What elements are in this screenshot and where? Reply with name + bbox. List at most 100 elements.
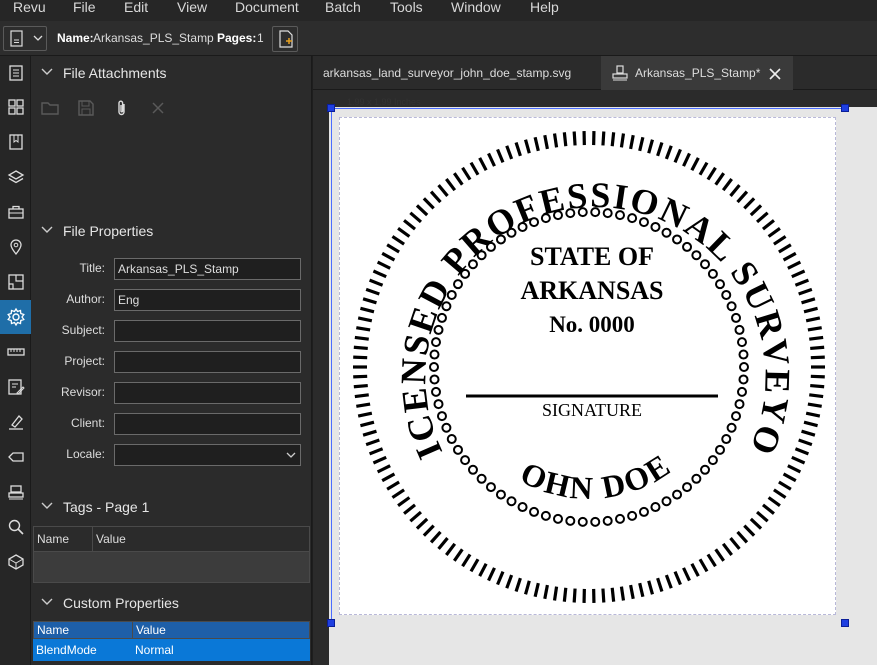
rail-grid-button[interactable] (0, 90, 31, 124)
tags-header[interactable]: Tags - Page 1 (31, 494, 312, 520)
menu-revu[interactable]: Revu (13, 0, 46, 21)
resize-handle-top-right[interactable] (841, 104, 849, 112)
floor-plan-icon (7, 274, 24, 290)
pages-label: Pages: (217, 31, 257, 45)
ruler-icon (6, 348, 25, 356)
title-field[interactable] (114, 258, 301, 280)
rail-spaces-button[interactable] (0, 265, 31, 299)
close-icon[interactable] (768, 67, 782, 81)
menu-edit[interactable]: Edit (124, 0, 148, 21)
document-canvas[interactable]: LICENSED PROFESSIONAL SURVEYOR JOHN DOE … (313, 86, 877, 665)
rail-markups-button[interactable] (0, 370, 31, 404)
rail-3d-button[interactable] (0, 545, 31, 579)
menu-help[interactable]: Help (530, 0, 559, 21)
tags-col-value[interactable]: Value (93, 527, 309, 551)
rail-bookmarks-button[interactable] (0, 125, 31, 159)
resize-handle-top-left[interactable] (327, 104, 335, 112)
rail-measurements-button[interactable] (0, 335, 31, 369)
locale-label: Locale: (66, 447, 105, 461)
stamp-line-number: No. 0000 (549, 312, 635, 337)
delete-x-icon[interactable] (148, 98, 168, 118)
new-page-button[interactable] (272, 26, 298, 52)
revisor-label: Revisor: (60, 385, 105, 399)
menu-bar: Revu File Edit View Document Batch Tools… (0, 0, 877, 21)
menu-view[interactable]: View (177, 0, 207, 21)
rail-stamps-button[interactable] (0, 475, 31, 509)
file-attachments-header[interactable]: File Attachments (31, 60, 312, 86)
stamp-line-arkansas: ARKANSAS (520, 276, 663, 305)
tags-col-name[interactable]: Name (34, 527, 93, 551)
rail-search-button[interactable] (0, 510, 31, 544)
page-background: LICENSED PROFESSIONAL SURVEYOR JOHN DOE … (326, 86, 877, 665)
table-row[interactable]: BlendMode Normal (33, 639, 310, 661)
stamp-signature-label: SIGNATURE (542, 400, 642, 420)
subject-field[interactable] (114, 320, 301, 342)
rail-layers-button[interactable] (0, 160, 31, 194)
custom-col-name[interactable]: Name (34, 622, 133, 638)
stamp-page[interactable]: LICENSED PROFESSIONAL SURVEYOR JOHN DOE … (326, 86, 837, 616)
tab-label: Arkansas_PLS_Stamp* (635, 66, 761, 80)
menu-batch[interactable]: Batch (325, 0, 361, 21)
stamp-line-state-of: STATE OF (530, 242, 654, 271)
properties-panel: File Attachments File Properties Title: … (31, 56, 312, 665)
stamp-icon (612, 65, 628, 81)
rail-toolchest-button[interactable] (0, 195, 31, 229)
menu-document[interactable]: Document (235, 0, 299, 21)
paperclip-icon[interactable] (112, 98, 132, 118)
revisor-field[interactable] (114, 382, 301, 404)
tags-grid-header: Name Value (33, 526, 310, 552)
custom-row-name: BlendMode (36, 643, 97, 657)
tab-arkansas-stamp[interactable]: Arkansas_PLS_Stamp* (601, 56, 793, 90)
markup-list-icon (7, 379, 25, 395)
resize-handle-bottom-left[interactable] (327, 619, 335, 627)
client-field[interactable] (114, 413, 301, 435)
rail-properties-button[interactable] (0, 300, 31, 334)
author-field[interactable] (114, 289, 301, 311)
document-menu-button[interactable] (3, 26, 47, 51)
selection-edge-top (331, 108, 845, 109)
file-properties-header[interactable]: File Properties (31, 218, 312, 244)
surveyor-stamp-seal[interactable]: LICENSED PROFESSIONAL SURVEYOR JOHN DOE … (326, 86, 837, 616)
custom-properties-header[interactable]: Custom Properties (31, 590, 312, 616)
stamp-icon (7, 485, 24, 500)
chevron-down-icon (33, 35, 43, 41)
pen-sign-icon (8, 415, 23, 430)
gear-icon (6, 307, 25, 327)
tab-svg-file[interactable]: arkansas_land_surveyor_john_doe_stamp.sv… (313, 56, 601, 90)
size-readout: 1.99 x 1.99 Inches (347, 97, 421, 107)
left-tool-rail (0, 56, 31, 665)
save-icon[interactable] (76, 98, 96, 118)
menu-tools[interactable]: Tools (390, 0, 423, 21)
chevron-down-icon (286, 452, 296, 458)
cube-icon (7, 554, 24, 570)
title-label: Title: (79, 261, 105, 275)
resize-handle-bottom-right[interactable] (841, 619, 849, 627)
tags-title: Tags - Page 1 (63, 499, 150, 515)
open-folder-icon[interactable] (40, 98, 60, 118)
rail-places-button[interactable] (0, 230, 31, 264)
subject-label: Subject: (61, 323, 105, 337)
custom-grid-header: Name Value (33, 621, 310, 639)
author-label: Author: (66, 292, 105, 306)
menu-window[interactable]: Window (451, 0, 501, 21)
custom-col-value[interactable]: Value (133, 622, 309, 638)
tags-grid-body (33, 552, 310, 583)
custom-properties-title: Custom Properties (63, 595, 179, 611)
chevron-down-icon (41, 226, 53, 233)
document-tabs: arkansas_land_surveyor_john_doe_stamp.sv… (313, 56, 877, 90)
project-field[interactable] (114, 351, 301, 373)
client-label: Client: (70, 416, 105, 430)
locale-dropdown[interactable] (114, 444, 301, 466)
bookmark-icon (8, 134, 23, 150)
chevron-down-icon (41, 68, 53, 75)
rail-tags-button[interactable] (0, 440, 31, 474)
custom-row-value[interactable]: Normal (132, 639, 308, 661)
toolbox-icon (7, 205, 24, 219)
map-pin-icon (9, 239, 22, 256)
new-page-icon (279, 30, 293, 48)
pages-value: 1 (257, 31, 264, 45)
rail-signatures-button[interactable] (0, 405, 31, 439)
search-icon (8, 519, 24, 535)
rail-thumbnails-button[interactable] (0, 56, 31, 90)
menu-file[interactable]: File (73, 0, 96, 21)
